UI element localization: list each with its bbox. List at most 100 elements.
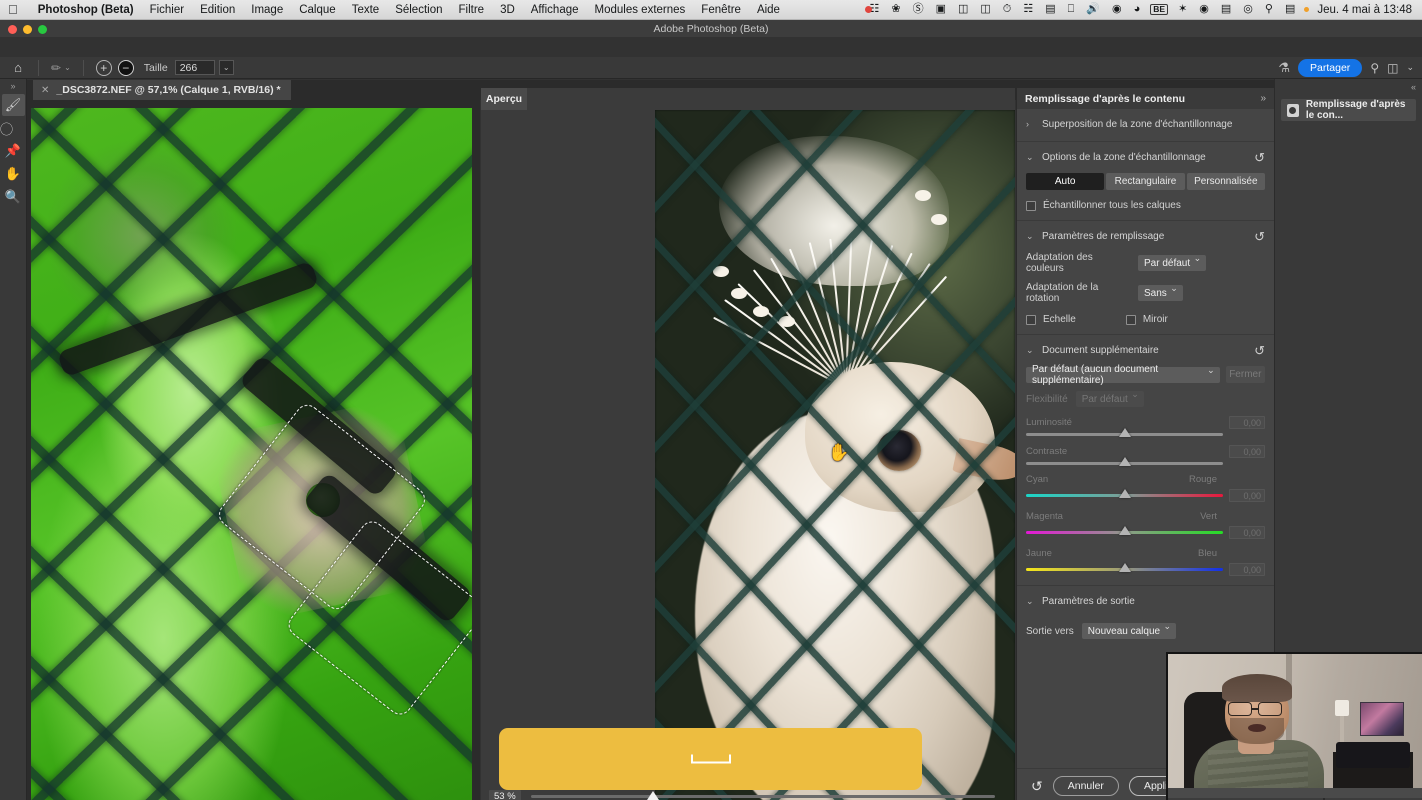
- slider-luminosite-track[interactable]: [1026, 428, 1223, 437]
- slider-jaune-bleu-value[interactable]: 0,00: [1229, 563, 1265, 576]
- slider-luminosite-knob[interactable]: [1118, 428, 1131, 437]
- slider-contraste-value[interactable]: 0,00: [1229, 445, 1265, 458]
- menu-item-calque[interactable]: Calque: [291, 4, 343, 16]
- mirror-checkbox[interactable]: [1125, 314, 1136, 325]
- size-chevron-down-icon[interactable]: ⌄: [218, 60, 234, 75]
- menu-item-fichier[interactable]: Fichier: [142, 4, 193, 16]
- chevron-down-icon[interactable]: ⌄: [1026, 231, 1034, 242]
- output-to-select[interactable]: Nouveau calque: [1081, 621, 1177, 639]
- share-button[interactable]: Partager: [1298, 58, 1363, 77]
- sampling-options-header[interactable]: ⌄ Options de la zone d'échantillonnage ↺: [1026, 149, 1265, 165]
- rotation-adaptation-select[interactable]: Sans: [1138, 283, 1183, 301]
- pin-tool[interactable]: 📌: [2, 140, 25, 162]
- battery-charging-icon[interactable]: ▤: [1215, 4, 1237, 15]
- volume-icon[interactable]: 🔊: [1080, 4, 1106, 15]
- mirror-row[interactable]: Miroir: [1125, 314, 1168, 325]
- menubar-clock[interactable]: Jeu. 4 mai à 13:48: [1309, 4, 1414, 16]
- slider-luminosite-value[interactable]: 0,00: [1229, 416, 1265, 429]
- menu-item-edition[interactable]: Edition: [192, 4, 243, 16]
- double-chevron-right-icon[interactable]: »: [0, 79, 26, 93]
- display-icon[interactable]: ⎕: [1062, 4, 1081, 15]
- double-chevron-right-icon[interactable]: »: [1260, 93, 1266, 104]
- slider-cyan-rouge-value[interactable]: 0,00: [1229, 489, 1265, 502]
- menu-item-affichage[interactable]: Affichage: [523, 4, 587, 16]
- document-canvas[interactable]: [31, 108, 472, 800]
- clock-icon[interactable]: ⏱: [997, 4, 1018, 15]
- dock-item-content-aware-fill[interactable]: Remplissage d'après le con...: [1281, 99, 1416, 121]
- zoom-tool[interactable]: 🔍: [2, 186, 25, 208]
- segment-rectangulaire[interactable]: Rectangulaire: [1106, 173, 1185, 190]
- hand-tool[interactable]: ✋: [2, 163, 25, 185]
- chevron-down-icon[interactable]: ⌄: [1026, 152, 1034, 163]
- menu-item-modules-externes[interactable]: Modules externes: [587, 4, 694, 16]
- control-center-icon[interactable]: ▤: [1279, 4, 1301, 15]
- maximize-window-button[interactable]: [38, 25, 47, 34]
- extra-document-header[interactable]: ⌄ Document supplémentaire ↺: [1026, 342, 1265, 358]
- slider-magenta-vert-track[interactable]: [1026, 526, 1223, 535]
- notification-badge-icon[interactable]: ☷: [863, 4, 885, 15]
- slider-jaune-bleu-track[interactable]: [1026, 563, 1223, 572]
- stats-icon[interactable]: ▤: [1039, 4, 1061, 15]
- binoculars-icon[interactable]: ☵: [1017, 4, 1039, 15]
- slider-magenta-vert-knob[interactable]: [1118, 526, 1131, 535]
- brush-tool[interactable]: 🖌: [1, 94, 25, 116]
- menu-item-texte[interactable]: Texte: [344, 4, 388, 16]
- menu-item-filtre[interactable]: Filtre: [451, 4, 493, 16]
- segment-personnalisee[interactable]: Personnalisée: [1186, 173, 1265, 190]
- chevron-down-icon[interactable]: ⌄: [1026, 345, 1034, 356]
- home-icon[interactable]: ⌂: [6, 58, 30, 78]
- chevron-down-icon[interactable]: ⌄: [1026, 596, 1034, 607]
- time-machine-icon[interactable]: ◉: [1193, 4, 1215, 15]
- preview-zoom-value[interactable]: 53 %: [489, 789, 521, 800]
- screen-record-icon[interactable]: ▣: [930, 4, 952, 15]
- menu-app-name[interactable]: Photoshop (Beta): [30, 4, 142, 16]
- reset-icon[interactable]: ↺: [1254, 230, 1265, 243]
- tab-apercu[interactable]: Aperçu: [481, 88, 527, 110]
- slider-contraste-knob[interactable]: [1118, 457, 1131, 466]
- document-tab[interactable]: ✕ _DSC3872.NEF @ 57,1% (Calque 1, RVB/16…: [33, 80, 291, 100]
- preview-zoom-slider[interactable]: [530, 790, 995, 800]
- reset-icon[interactable]: ↺: [1254, 344, 1265, 357]
- segment-auto[interactable]: Auto: [1026, 173, 1105, 190]
- butterfly-icon[interactable]: ❀: [885, 4, 906, 15]
- clipboard-icon[interactable]: ◫: [952, 4, 974, 15]
- double-chevron-left-icon[interactable]: «: [1275, 79, 1422, 95]
- bluetooth-icon[interactable]: ✶: [1172, 4, 1193, 15]
- sample-all-layers-row[interactable]: Échantillonner tous les calques: [1026, 200, 1265, 211]
- sampling-overlay-header[interactable]: › Superposition de la zone d'échantillon…: [1026, 116, 1265, 132]
- menu-item-selection[interactable]: Sélection: [387, 4, 450, 16]
- workspace-icon[interactable]: ◫: [1387, 61, 1398, 75]
- menu-item-3d[interactable]: 3D: [492, 4, 523, 16]
- output-settings-header[interactable]: ⌄ Paramètres de sortie: [1026, 593, 1265, 609]
- menu-item-image[interactable]: Image: [243, 4, 291, 16]
- cancel-button[interactable]: Annuler: [1052, 775, 1119, 796]
- minus-circle-icon[interactable]: −: [117, 59, 134, 76]
- scale-checkbox[interactable]: [1026, 314, 1036, 325]
- close-extra-document-button[interactable]: Fermer: [1225, 366, 1265, 383]
- reset-icon[interactable]: ↺: [1254, 151, 1265, 164]
- close-icon[interactable]: ✕: [41, 85, 49, 96]
- fill-settings-header[interactable]: ⌄ Paramètres de remplissage ↺: [1026, 228, 1265, 244]
- slider-cyan-rouge-track[interactable]: [1026, 489, 1223, 498]
- chevron-right-icon[interactable]: ›: [1026, 119, 1034, 129]
- battery-monitor-icon[interactable]: ◫: [974, 4, 996, 15]
- chevron-down-icon[interactable]: ⌄: [1406, 62, 1414, 73]
- siri-icon[interactable]: ◉: [1106, 4, 1128, 15]
- slider-cyan-rouge-knob[interactable]: [1118, 489, 1131, 498]
- lasso-tool[interactable]: ⃝: [2, 117, 25, 139]
- close-window-button[interactable]: [8, 25, 17, 34]
- slider-magenta-vert-value[interactable]: 0,00: [1229, 526, 1265, 539]
- scale-row[interactable]: Echelle: [1026, 314, 1076, 325]
- menu-item-aide[interactable]: Aide: [749, 4, 788, 16]
- size-input[interactable]: 266: [174, 60, 215, 75]
- menu-item-fenetre[interactable]: Fenêtre: [693, 4, 749, 16]
- slider-jaune-bleu-knob[interactable]: [1118, 563, 1131, 572]
- extra-document-select[interactable]: Par défaut (aucun document supplémentair…: [1026, 364, 1220, 386]
- slider-contraste-track[interactable]: [1026, 457, 1223, 466]
- headphones-icon[interactable]: ◕: [1128, 4, 1147, 15]
- search-icon[interactable]: ⚲: [1370, 61, 1379, 75]
- flexibility-select[interactable]: Par défaut: [1075, 389, 1144, 407]
- flask-icon[interactable]: ⚗: [1278, 60, 1290, 76]
- brush-preset-picker[interactable]: ✏ ⌄: [47, 61, 75, 75]
- document-pane[interactable]: [27, 100, 503, 800]
